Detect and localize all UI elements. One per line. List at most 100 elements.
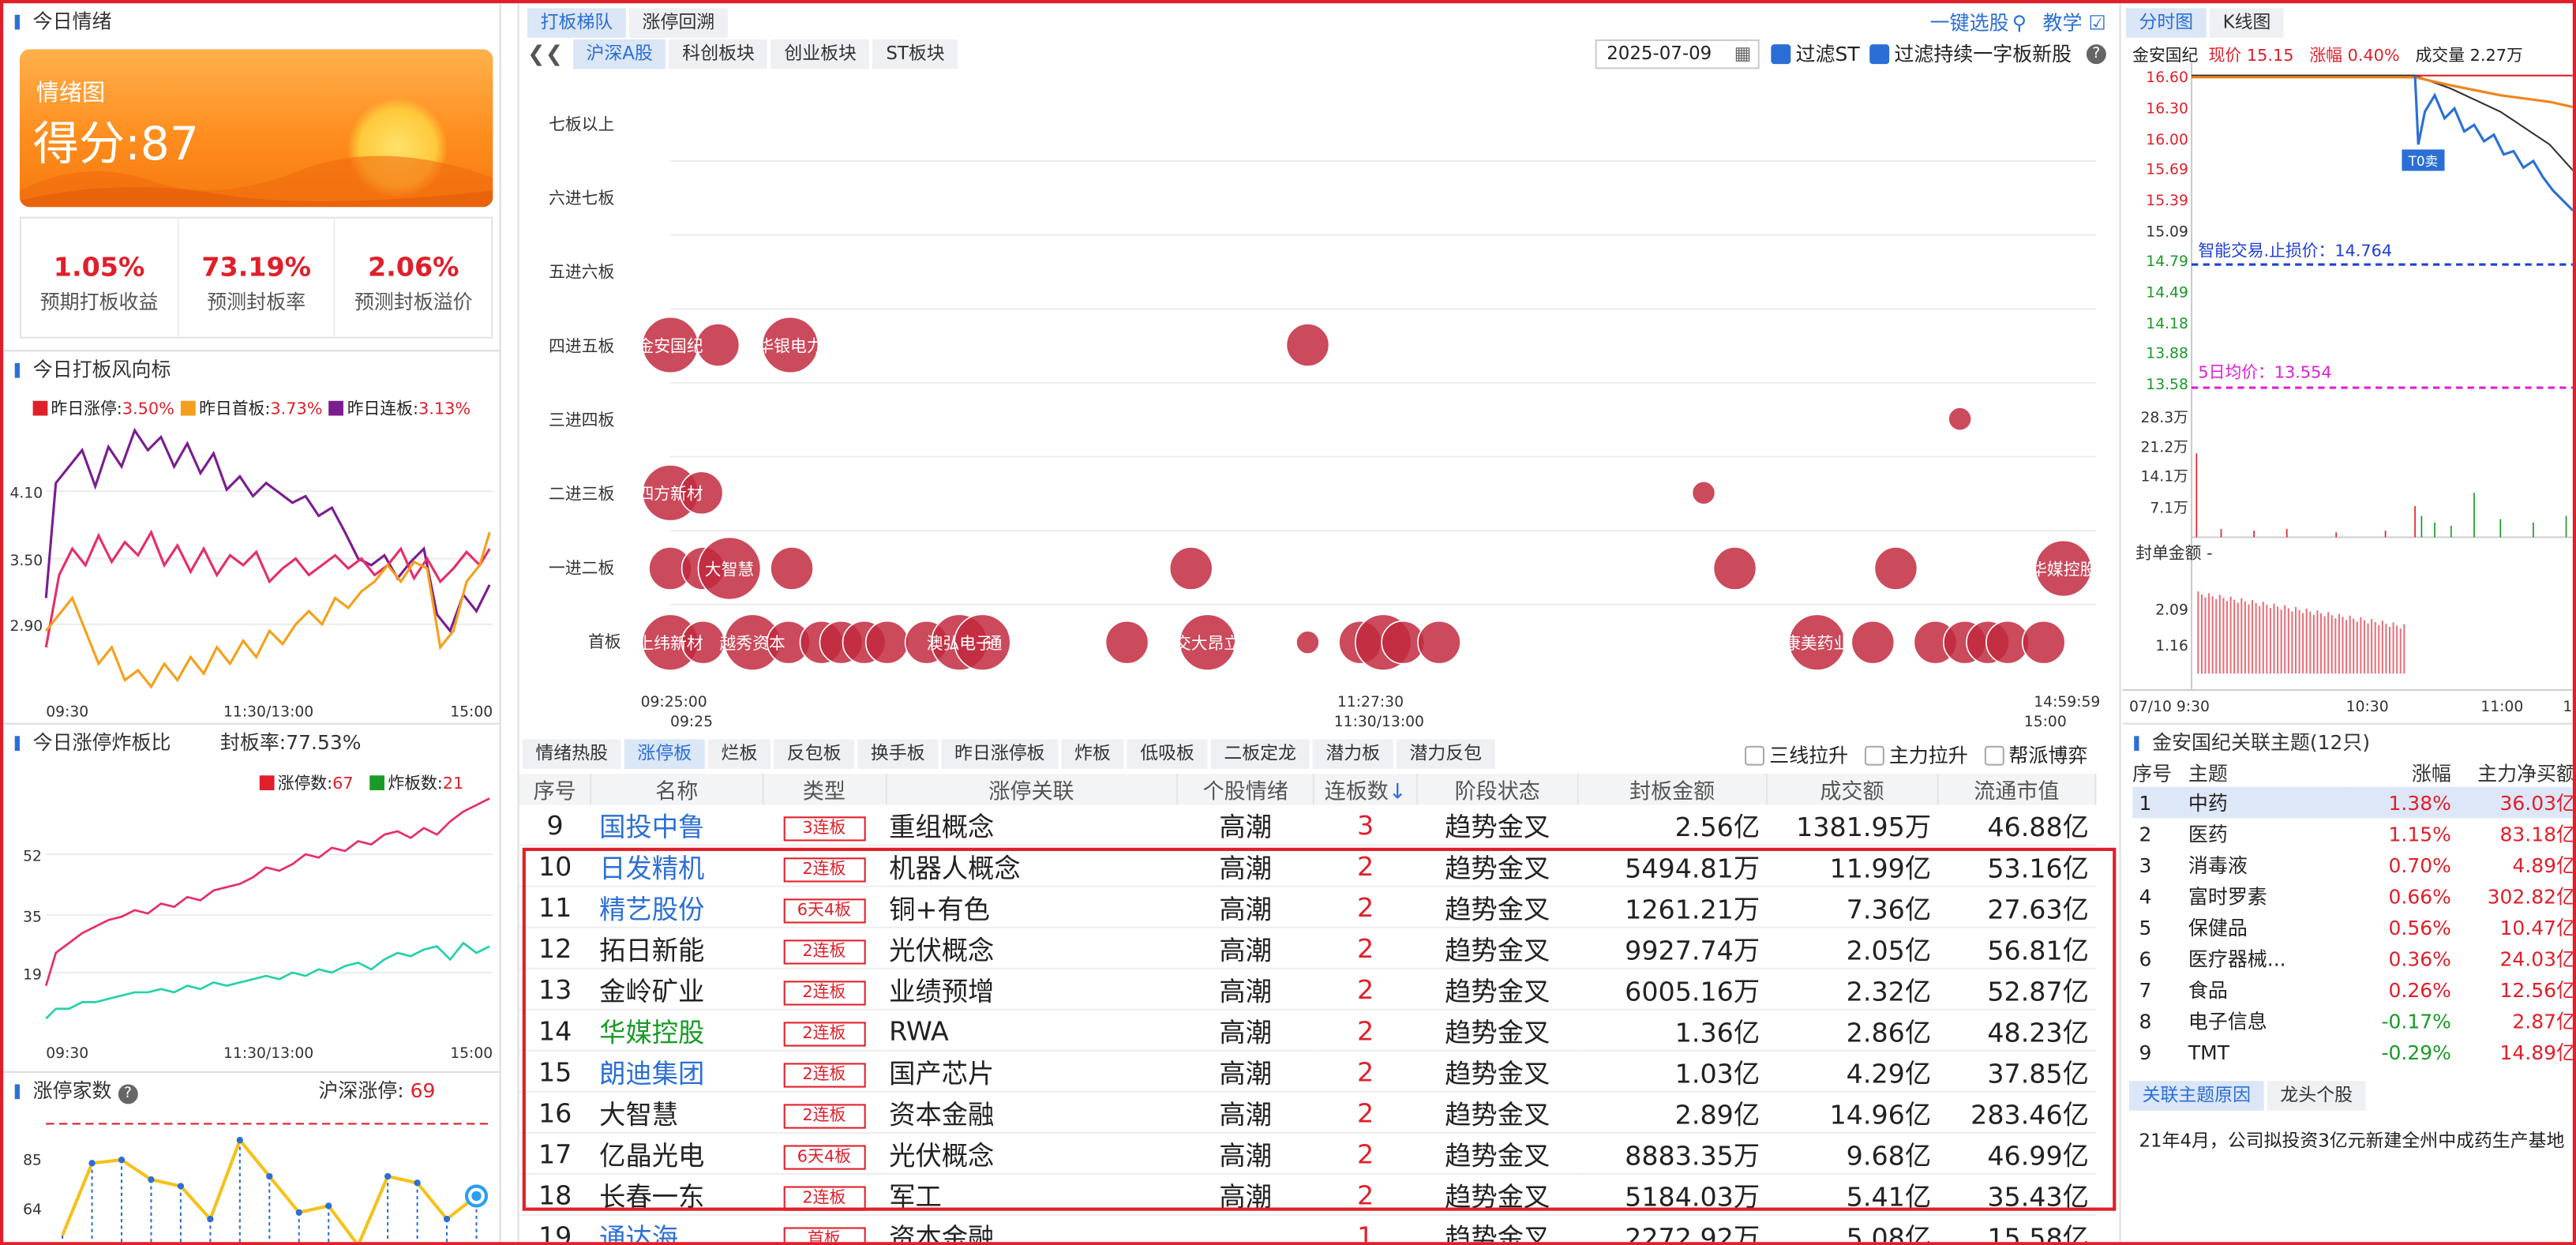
theme-title: 金安国纪关联主题(12只): [2122, 722, 2573, 759]
theme-row[interactable]: 4 富时罗素 0.66% 302.82亿: [2132, 880, 2572, 912]
ladder-chart: 七板以上 六进七板 五进六板 四进五板 三进四板 二进三板 一进二板 首板 金安…: [549, 114, 2100, 730]
wind-chart: 4.10 3.50 2.90 09:30 11:30/13:00 15:00: [9, 427, 493, 720]
check-icon: ☑: [2082, 11, 2106, 35]
wind-legend: 昨日涨停:3.50% 昨日首板:3.73% 昨日连板:3.13%: [32, 394, 471, 419]
theme-row[interactable]: 9 TMT -0.29% 14.89亿: [2132, 1037, 2572, 1068]
tab-second[interactable]: 二板定龙: [1210, 739, 1310, 769]
tab-leaders[interactable]: 龙头个股: [2267, 1081, 2366, 1111]
filter-st[interactable]: 过滤ST: [1771, 39, 1860, 67]
tab-potential[interactable]: 潜力板: [1312, 739, 1393, 769]
wind-x-1: 11:30/13:00: [223, 703, 313, 720]
svg-text:二进三板: 二进三板: [549, 485, 614, 504]
table-row[interactable]: 9 国投中鲁 3连板 重组概念 高潮 3 趋势金叉 2.56亿 1381.95万 46.88亿: [519, 804, 2096, 846]
date-input[interactable]: 2025-07-09 ▦: [1595, 39, 1760, 69]
svg-text:15.69: 15.69: [2146, 162, 2188, 178]
theme-row[interactable]: 5 保健品 0.56% 10.47亿: [2132, 912, 2572, 943]
tab-low[interactable]: 低吸板: [1127, 739, 1208, 769]
type-badge: 首板: [762, 1214, 886, 1243]
tab-yesterday[interactable]: 昨日涨停板: [941, 739, 1059, 769]
wind-x-0: 09:30: [46, 703, 88, 720]
filter-three-line[interactable]: 三线拉升: [1745, 744, 1848, 767]
svg-text:21.2万: 21.2万: [2140, 439, 2188, 456]
theme-row[interactable]: 1 中药 1.38% 36.03亿: [2132, 786, 2573, 819]
filter-new[interactable]: 过滤持续一字板新股: [1869, 39, 2072, 67]
theme-row[interactable]: 6 医疗器械... 0.36% 24.03亿: [2132, 943, 2572, 974]
wind-title: 今日打板风向标: [3, 350, 500, 386]
bubble-label: 华媒控股: [2030, 560, 2096, 579]
help-icon[interactable]: ?: [118, 1084, 138, 1104]
svg-text:五进六板: 五进六板: [549, 263, 614, 282]
tab-hot[interactable]: 情绪热股: [522, 739, 621, 769]
svg-text:28.3万: 28.3万: [2140, 410, 2188, 426]
tab-st[interactable]: ST板块: [872, 39, 958, 69]
seal-amount: 2272.92万: [1577, 1214, 1767, 1243]
theme-row[interactable]: 3 消毒液 0.70% 4.89亿: [2132, 849, 2572, 881]
filter-gang[interactable]: 帮派博弈: [1984, 744, 2087, 767]
tab-ladder[interactable]: 打板梯队: [527, 8, 626, 38]
wind-y-0: 4.10: [9, 486, 43, 502]
tab-gem[interactable]: 创业板块: [771, 39, 870, 69]
svg-text:35: 35: [23, 909, 42, 925]
tab-star[interactable]: 科创板块: [669, 39, 768, 69]
tab-burst[interactable]: 炸板: [1061, 739, 1124, 769]
pick-link[interactable]: 一键选股: [1930, 12, 2009, 35]
filter-main-force[interactable]: 主力拉升: [1864, 744, 1968, 767]
stat-seal-premium: 2.06% 预测封板溢价: [354, 251, 473, 314]
tab-reverse[interactable]: 反包板: [774, 739, 855, 769]
bubble-label: 金安国纪: [637, 336, 703, 355]
search-icon[interactable]: ⚲: [2012, 12, 2027, 35]
theme-row[interactable]: 2 医药 1.15% 83.18亿: [2132, 818, 2572, 849]
mood-card: 情绪图 得分:87: [19, 49, 493, 208]
ma5-label: 5日均价：13.554: [2198, 363, 2331, 382]
tab-potential-rev[interactable]: 潜力反包: [1396, 739, 1495, 769]
calendar-icon: ▦: [1734, 43, 1752, 65]
svg-text:07/10 9:30: 07/10 9:30: [2129, 699, 2210, 715]
svg-text:15:00: 15:00: [450, 1045, 493, 1062]
bottom-tabs: 关联主题原因 龙头个股: [2128, 1081, 2369, 1111]
tab-intraday[interactable]: 分时图: [2125, 8, 2207, 38]
svg-text:1.16: 1.16: [2155, 638, 2188, 654]
tab-rotten[interactable]: 烂板: [707, 739, 771, 769]
table-row[interactable]: 19 通达海 首板 资本金融 1 趋势金叉 2272.92万 5.08亿 15.58亿: [519, 1214, 2096, 1243]
svg-text:14:59:59: 14:59:59: [2034, 694, 2100, 711]
help-icon[interactable]: ?: [2086, 44, 2106, 65]
tab-limitup[interactable]: 涨停板: [624, 739, 705, 769]
teach-link[interactable]: 教学: [2043, 12, 2083, 35]
ratio-value: 77.53%: [286, 731, 362, 755]
svg-text:11:30/13:00: 11:30/13:00: [223, 1045, 313, 1062]
count-title: 涨停家数 ? 沪深涨停: 69: [3, 1071, 500, 1108]
bubble-label: 交大昂立: [1175, 634, 1240, 653]
highlight-box: [522, 847, 2117, 1211]
svg-text:09:25: 09:25: [670, 714, 713, 730]
svg-text:09:30: 09:30: [46, 1045, 88, 1062]
svg-text:14.1万: 14.1万: [2140, 469, 2188, 486]
stage: 趋势金叉: [1416, 1214, 1578, 1243]
svg-text:三进四板: 三进四板: [549, 411, 614, 429]
theme-row[interactable]: 7 食品 0.26% 12.56亿: [2132, 974, 2572, 1006]
seal-label: 封单金额 -: [2135, 544, 2212, 563]
tab-review[interactable]: 涨停回溯: [629, 8, 728, 38]
stock-name[interactable]: 通达海: [591, 1214, 763, 1243]
collapse-icon[interactable]: ❮❮: [527, 42, 563, 66]
tab-kline[interactable]: K线图: [2209, 8, 2285, 38]
svg-text:16.30: 16.30: [2146, 101, 2188, 118]
tab-hs-a[interactable]: 沪深A股: [572, 39, 666, 69]
stock-name[interactable]: 国投中鲁: [591, 804, 763, 846]
bubble-label: 上纬新材: [637, 634, 703, 653]
assoc: 资本金融: [885, 1214, 1177, 1243]
left-panel: 今日情绪 情绪图 得分:87 1.05% 预期打板收益 73.19% 预测封板率 2…: [3, 3, 501, 1243]
market-tabs: ❮❮ 沪深A股 科创板块 创业板块 ST板块: [527, 39, 961, 69]
mood-score: 得分:87: [32, 116, 199, 171]
sub-tabs: 情绪热股 涨停板 烂板 反包板 换手板 昨日涨停板 炸板 低吸板 二板定龙 潜力…: [522, 739, 1498, 769]
bubble-label: 大智慧: [705, 560, 754, 579]
tab-turnover[interactable]: 换手板: [857, 739, 939, 769]
theme-row[interactable]: 8 电子信息 -0.17% 2.87亿: [2132, 1006, 2572, 1037]
svg-text:11:30/13:00: 11:30/13:00: [1334, 714, 1424, 730]
tab-reason[interactable]: 关联主题原因: [2128, 1081, 2264, 1111]
center-panel: 打板梯队 涨停回溯 一键选股 ⚲ 教学 ☑ ❮❮ 沪深A股 科创板块 创业板块 S…: [517, 3, 2121, 1243]
float-cap: 46.88亿: [1937, 804, 2096, 846]
bubble-label: 华银电力: [757, 336, 823, 355]
boards: 3: [1314, 804, 1417, 846]
right-panel: 分时图 K线图 金安国纪 现价 15.15 涨幅 0.40% 成交量 2.27万…: [2122, 3, 2573, 1242]
turnover: 1381.95万: [1766, 804, 1938, 846]
